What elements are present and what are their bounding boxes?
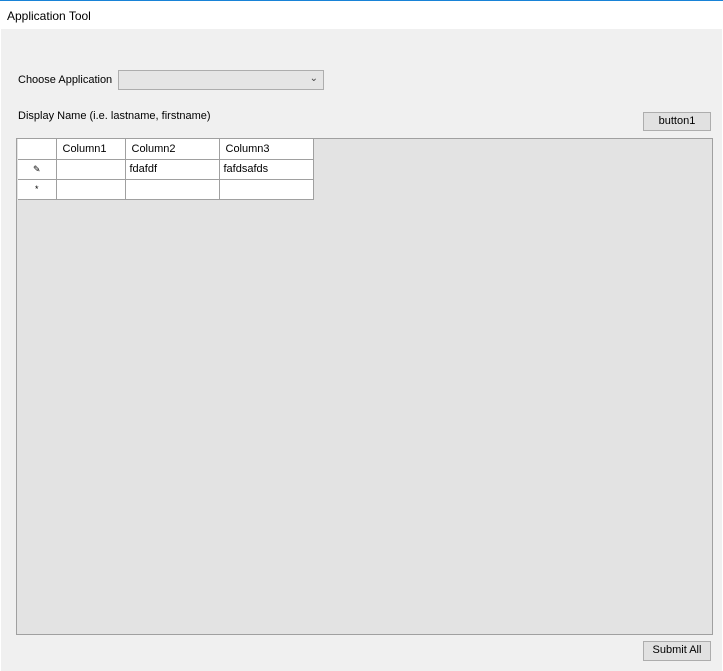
window-title: Application Tool — [7, 9, 91, 23]
grid-cell[interactable]: fdafdf — [124, 158, 220, 180]
window-accent-border — [0, 0, 723, 1]
grid-corner-header[interactable] — [18, 139, 57, 160]
choose-application-dropdown[interactable]: ⌄ — [118, 70, 324, 90]
grid-cell[interactable] — [55, 178, 126, 200]
edit-pencil-icon[interactable]: ✎ — [18, 158, 57, 180]
chevron-down-icon: ⌄ — [309, 73, 318, 84]
choose-application-label: Choose Application — [18, 74, 113, 86]
grid-cell[interactable] — [55, 158, 126, 180]
table-row: ✎ fdafdf fafdsafds — [18, 158, 314, 180]
grid-cell[interactable]: fafdsafds — [218, 158, 314, 180]
submit-all-button[interactable]: Submit All — [643, 641, 711, 661]
new-row-asterisk-icon[interactable]: * — [18, 178, 57, 200]
grid-cell[interactable] — [124, 178, 220, 200]
column-header[interactable]: Column1 — [55, 139, 126, 160]
button1[interactable]: button1 — [643, 112, 711, 131]
column-header[interactable]: Column3 — [218, 139, 314, 160]
table-row-new: * — [18, 178, 314, 200]
column-header[interactable]: Column2 — [124, 139, 220, 160]
data-grid[interactable]: Column1 Column2 Column3 ✎ fdafdf fafdsaf… — [16, 138, 713, 635]
display-name-label: Display Name (i.e. lastname, firstname) — [18, 110, 211, 122]
grid-cell[interactable] — [218, 178, 314, 200]
